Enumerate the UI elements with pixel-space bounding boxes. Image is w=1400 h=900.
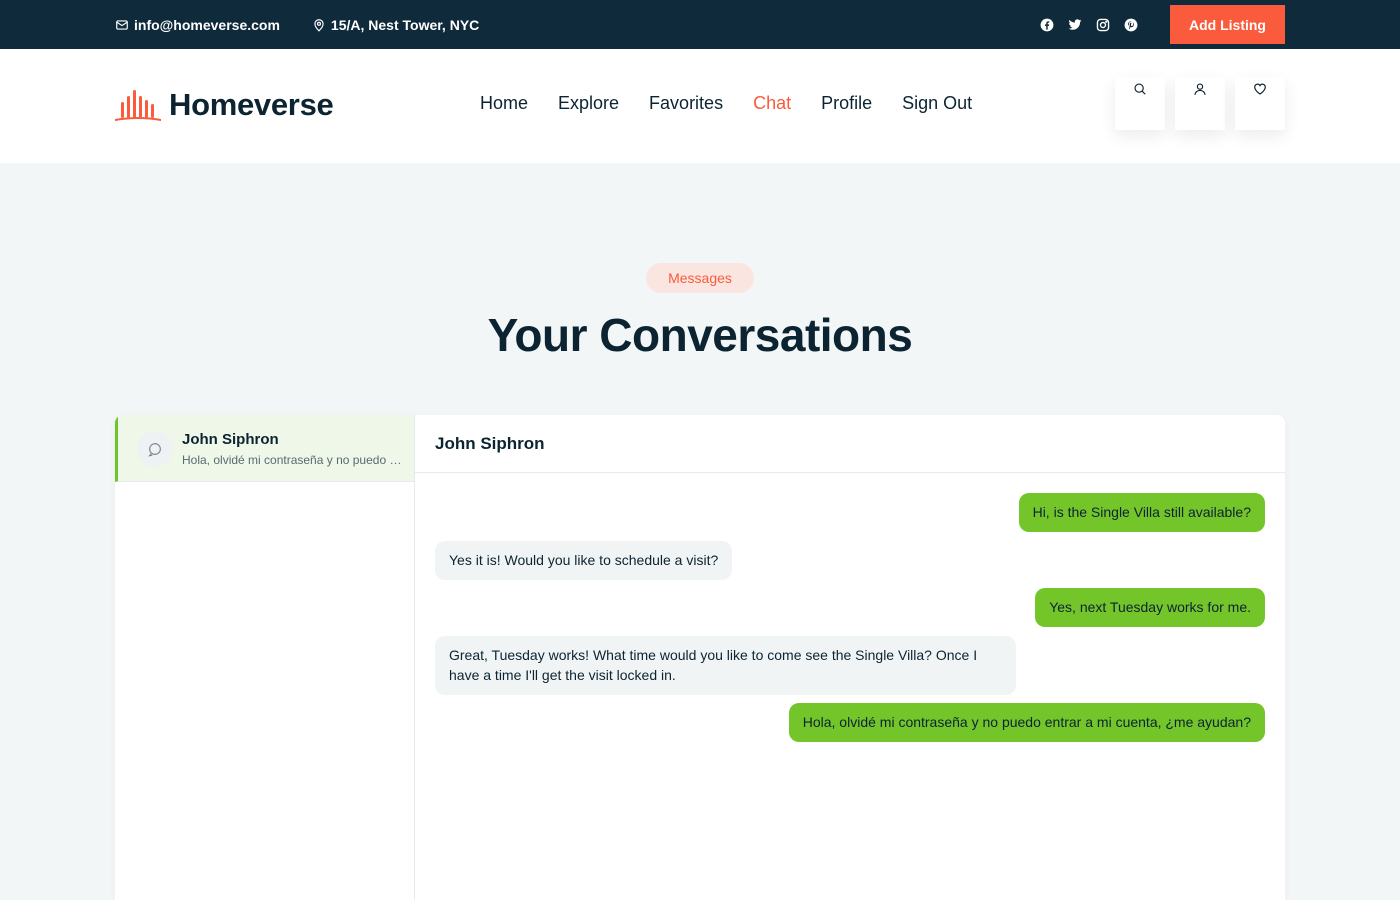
email-text: info@homeverse.com	[134, 16, 280, 33]
nav-home[interactable]: Home	[480, 93, 528, 114]
nav-sign-out[interactable]: Sign Out	[902, 93, 972, 114]
message-outgoing: Hola, olvidé mi contraseña y no puedo en…	[788, 703, 1265, 742]
main-nav: Home Explore Favorites Chat Profile Sign…	[480, 93, 972, 114]
section-badge: Messages	[646, 263, 754, 293]
address-link[interactable]: 15/A, Nest Tower, NYC	[312, 17, 479, 33]
logo-bars-icon	[115, 90, 161, 121]
user-icon	[1194, 83, 1206, 95]
twitter-icon[interactable]	[1068, 18, 1082, 32]
chat-bubble-icon	[148, 443, 161, 457]
heart-icon	[1254, 83, 1266, 95]
nav-profile[interactable]: Profile	[821, 93, 872, 114]
avatar	[137, 431, 173, 467]
email-link[interactable]: info@homeverse.com	[115, 17, 280, 33]
search-button[interactable]	[1115, 77, 1165, 130]
top-bar: info@homeverse.com 15/A, Nest Tower, NYC	[0, 0, 1400, 49]
page-title: Your Conversations	[487, 309, 913, 361]
instagram-icon[interactable]	[1096, 18, 1110, 32]
location-pin-icon	[314, 18, 324, 32]
conversation-name: John Siphron	[182, 431, 279, 448]
nav-chat[interactable]: Chat	[753, 93, 791, 114]
conversation-list: John Siphron Hola, olvidé mi contraseña …	[115, 415, 415, 900]
nav-favorites[interactable]: Favorites	[649, 93, 723, 114]
message-outgoing: Hi, is the Single Villa still available?	[1018, 493, 1265, 532]
message-outgoing: Yes, next Tuesday works for me.	[1035, 588, 1265, 627]
address-text: 15/A, Nest Tower, NYC	[330, 16, 480, 33]
conversation-item[interactable]: John Siphron Hola, olvidé mi contraseña …	[115, 415, 414, 482]
mail-icon	[116, 19, 128, 30]
favorites-button[interactable]	[1235, 77, 1285, 130]
search-icon	[1134, 83, 1146, 95]
facebook-icon[interactable]	[1040, 18, 1054, 32]
pinterest-icon[interactable]	[1124, 18, 1138, 32]
main-header: Homeverse Home Explore Favorites Chat Pr…	[0, 49, 1400, 163]
chat-header: John Siphron	[415, 415, 1285, 473]
chat-panel: John Siphron Hola, olvidé mi contraseña …	[115, 415, 1285, 900]
brand-logo[interactable]: Homeverse	[115, 87, 334, 123]
conversation-preview: Hola, olvidé mi contraseña y no puedo en…	[182, 453, 402, 467]
message-incoming: Great, Tuesday works! What time would yo…	[435, 636, 1016, 695]
add-listing-button[interactable]: Add Listing	[1170, 5, 1285, 44]
profile-button[interactable]	[1175, 77, 1225, 130]
chat-title: John Siphron	[435, 434, 545, 453]
brand-name: Homeverse	[169, 87, 334, 122]
message-incoming: Yes it is! Would you like to schedule a …	[435, 541, 733, 580]
nav-explore[interactable]: Explore	[558, 93, 619, 114]
